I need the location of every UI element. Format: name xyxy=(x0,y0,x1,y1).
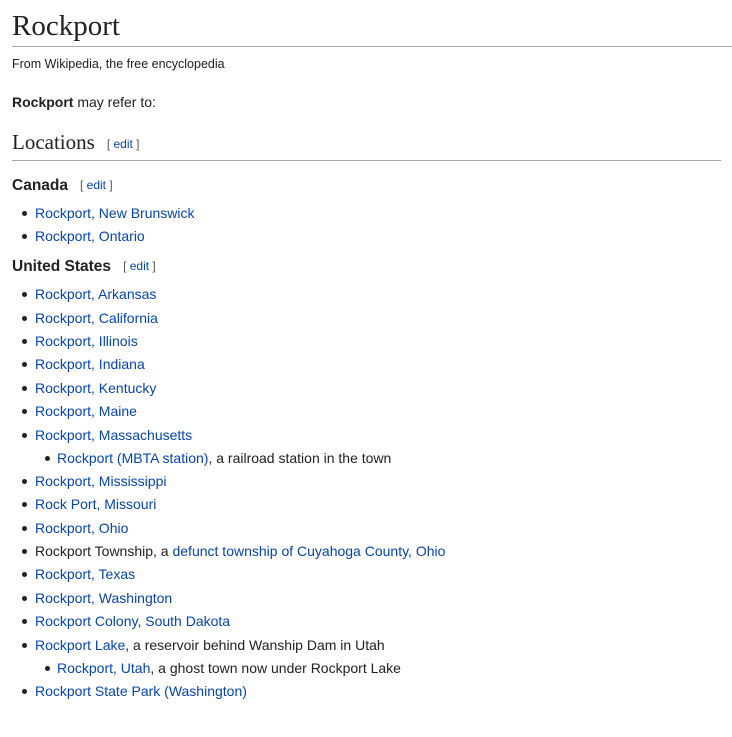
list-item: Rockport, Massachusetts Rockport (MBTA s… xyxy=(12,425,732,468)
article-link[interactable]: Rockport (MBTA station) xyxy=(57,450,208,466)
list-item: Rockport, California xyxy=(12,308,732,328)
article: Rockport From Wikipedia, the free encycl… xyxy=(12,0,732,704)
list-item: Rockport, Ontario xyxy=(12,226,732,246)
item-prefix: Rockport Township, a xyxy=(35,543,173,560)
article-link[interactable]: Rockport Colony, South Dakota xyxy=(35,613,230,629)
list-item: Rockport, Maine xyxy=(12,401,732,421)
article-link[interactable]: Rockport, Mississippi xyxy=(35,473,166,489)
section-title: Locations xyxy=(12,129,95,154)
list-item: Rockport, Arkansas xyxy=(12,284,732,304)
article-link[interactable]: Rockport, Maine xyxy=(35,403,137,419)
section-heading-locations: Locations [ edit ] xyxy=(12,129,721,161)
section-title: Canada xyxy=(12,176,68,194)
item-description: , a reservoir behind Wanship Dam in Utah xyxy=(125,636,385,653)
list-item: Rockport, Illinois xyxy=(12,331,732,351)
article-link[interactable]: Rockport, Ohio xyxy=(35,520,128,536)
edit-section-canada: [ edit ] xyxy=(80,177,113,192)
canada-list: Rockport, New Brunswick Rockport, Ontari… xyxy=(12,203,732,246)
nested-list-item: Rockport, Utah, a ghost town now under R… xyxy=(35,658,732,678)
nested-list-item: Rockport (MBTA station), a railroad stat… xyxy=(35,448,732,468)
list-item: Rockport, New Brunswick xyxy=(12,203,732,223)
page-title: Rockport xyxy=(12,0,732,47)
list-item: Rockport Lake, a reservoir behind Wanshi… xyxy=(12,635,732,678)
edit-link-united-states[interactable]: edit xyxy=(130,259,149,273)
list-item: Rockport, Mississippi xyxy=(12,471,732,491)
edit-section-locations: [ edit ] xyxy=(106,136,140,151)
article-link[interactable]: Rockport, New Brunswick xyxy=(35,205,195,221)
section-title: United States xyxy=(12,258,112,276)
item-description: , a ghost town now under Rockport Lake xyxy=(150,659,401,676)
nested-list: Rockport, Utah, a ghost town now under R… xyxy=(35,658,732,678)
nested-list: Rockport (MBTA station), a railroad stat… xyxy=(35,448,732,468)
article-link[interactable]: Rockport, Illinois xyxy=(35,333,138,349)
list-item: Rockport, Kentucky xyxy=(12,378,732,398)
list-item: Rockport, Washington xyxy=(12,588,732,608)
article-link[interactable]: Rockport, Arkansas xyxy=(35,286,156,302)
article-link[interactable]: Rockport State Park (Washington) xyxy=(35,683,247,699)
list-item: Rockport State Park (Washington) xyxy=(12,681,732,701)
list-item: Rockport Township, a defunct township of… xyxy=(12,541,732,561)
site-tagline: From Wikipedia, the free encyclopedia xyxy=(12,56,225,71)
article-link[interactable]: Rockport, Utah xyxy=(57,660,150,676)
united-states-list: Rockport, Arkansas Rockport, California … xyxy=(12,284,732,701)
list-item: Rockport Colony, South Dakota xyxy=(12,611,732,631)
article-link[interactable]: Rock Port, Missouri xyxy=(35,496,156,512)
intro-term: Rockport xyxy=(12,93,74,110)
article-link[interactable]: Rockport Lake xyxy=(35,637,125,653)
edit-link-locations[interactable]: edit xyxy=(113,137,132,151)
article-link[interactable]: Rockport, Kentucky xyxy=(35,380,156,396)
list-item: Rockport, Ohio xyxy=(12,518,732,538)
article-link[interactable]: Rockport, Indiana xyxy=(35,356,145,372)
article-link[interactable]: Rockport, Texas xyxy=(35,566,135,582)
article-link[interactable]: Rockport, California xyxy=(35,310,158,326)
section-heading-canada: Canada [ edit ] xyxy=(12,175,732,196)
article-link[interactable]: Rockport, Ontario xyxy=(35,228,145,244)
intro-text: may refer to: xyxy=(73,93,156,110)
article-link[interactable]: defunct township of Cuyahoga County, Ohi… xyxy=(172,543,445,559)
article-link[interactable]: Rockport, Massachusetts xyxy=(35,427,192,443)
section-heading-united-states: United States [ edit ] xyxy=(12,256,732,277)
edit-link-canada[interactable]: edit xyxy=(87,178,106,192)
edit-section-united-states: [ edit ] xyxy=(123,259,156,274)
list-item: Rockport, Texas xyxy=(12,564,732,584)
item-description: , a railroad station in the town xyxy=(208,449,392,466)
list-item: Rock Port, Missouri xyxy=(12,494,732,514)
intro-paragraph: Rockport may refer to: xyxy=(12,92,732,112)
article-link[interactable]: Rockport, Washington xyxy=(35,590,172,606)
list-item: Rockport, Indiana xyxy=(12,354,732,374)
